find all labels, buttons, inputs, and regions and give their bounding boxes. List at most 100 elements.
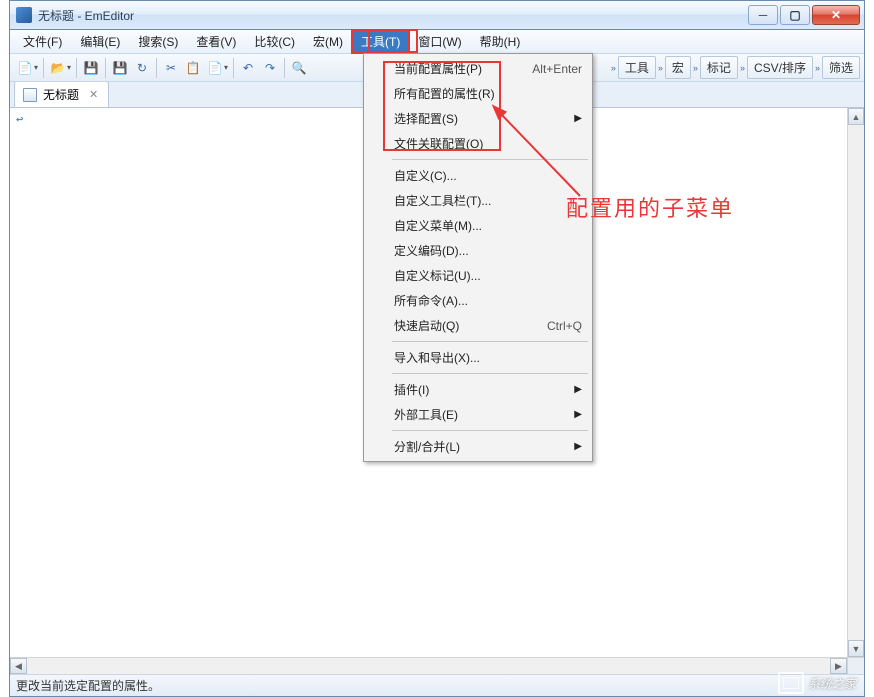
menu-item-label: 选择配置(S) [394, 110, 458, 127]
menu-item-label: 分割/合并(L) [394, 438, 460, 455]
close-tab-icon[interactable]: ✕ [89, 88, 98, 101]
maximize-button[interactable]: ▢ [780, 5, 810, 25]
menu-item-label: 快速启动(Q) [394, 317, 459, 334]
toolbar-pill-4[interactable]: 筛选 [822, 56, 860, 79]
scroll-up-button[interactable]: ▲ [848, 108, 864, 125]
menu-item-10[interactable]: 所有命令(A)... [366, 288, 590, 313]
menu-item-label: 自定义工具栏(T)... [394, 192, 491, 209]
menu-item-3[interactable]: 文件关联配置(O) [366, 131, 590, 156]
titlebar: 无标题 - EmEditor ─ ▢ ✕ [10, 1, 864, 30]
menu-item-13[interactable]: 导入和导出(X)... [366, 345, 590, 370]
menu-item-0[interactable]: 当前配置属性(P) Alt+Enter [366, 56, 590, 81]
menu-item-label: 导入和导出(X)... [394, 349, 480, 366]
tab-label: 无标题 [43, 86, 79, 103]
dropdown-arrow-icon[interactable]: ▾ [34, 63, 38, 72]
menu-item-16[interactable]: 外部工具(E) ▶ [366, 402, 590, 427]
toolbar-pill-1[interactable]: 宏 [665, 56, 691, 79]
menubar: 文件(F)编辑(E)搜索(S)查看(V)比较(C)宏(M)工具(T)窗口(W)帮… [10, 30, 864, 54]
watermark-icon [778, 672, 804, 694]
menu-item-label: 所有命令(A)... [394, 292, 468, 309]
menu-5[interactable]: 宏(M) [304, 30, 352, 53]
menu-item-label: 自定义菜单(M)... [394, 217, 482, 234]
menu-3[interactable]: 查看(V) [187, 30, 245, 53]
toolbar-pill-3[interactable]: CSV/排序 [747, 56, 813, 79]
menu-item-label: 自定义标记(U)... [394, 267, 481, 284]
submenu-arrow-icon: ▶ [574, 409, 582, 420]
scroll-left-button[interactable]: ◀ [10, 658, 27, 674]
menu-2[interactable]: 搜索(S) [129, 30, 187, 53]
menu-item-5[interactable]: 自定义(C)... [366, 163, 590, 188]
menu-shortcut: Ctrl+Q [547, 319, 582, 333]
menu-6[interactable]: 工具(T) [352, 30, 409, 53]
menu-0[interactable]: 文件(F) [14, 30, 71, 53]
menu-item-15[interactable]: 插件(I) ▶ [366, 377, 590, 402]
chevron-icon: » [740, 63, 745, 73]
vertical-scrollbar[interactable]: ▲ ▼ [847, 108, 864, 674]
watermark-text: 系统之家 [808, 675, 856, 692]
menu-item-label: 当前配置属性(P) [394, 60, 482, 77]
copy-icon[interactable]: 📋 [182, 57, 204, 79]
menu-item-18[interactable]: 分割/合并(L) ▶ [366, 434, 590, 459]
menu-separator [392, 430, 588, 431]
submenu-arrow-icon: ▶ [574, 441, 582, 452]
new-file-icon[interactable]: 📄 [14, 57, 36, 79]
separator [105, 58, 106, 78]
menu-item-2[interactable]: 选择配置(S) ▶ [366, 106, 590, 131]
tools-menu-dropdown: 当前配置属性(P) Alt+Enter 所有配置的属性(R) 选择配置(S) ▶ 文件关联… [363, 53, 593, 462]
menu-8[interactable]: 帮助(H) [471, 30, 530, 53]
menu-item-label: 定义编码(D)... [394, 242, 469, 259]
menu-item-6[interactable]: 自定义工具栏(T)... [366, 188, 590, 213]
cut-icon[interactable]: ✂ [160, 57, 182, 79]
menu-1[interactable]: 编辑(E) [71, 30, 129, 53]
window-controls: ─ ▢ ✕ [748, 5, 860, 25]
reload-icon[interactable]: ↻ [131, 57, 153, 79]
toolbar-right: »工具»宏»标记»CSV/排序»筛选 [611, 56, 860, 79]
menu-separator [392, 373, 588, 374]
menu-separator [392, 159, 588, 160]
annotation-label: 配置用的子菜单 [566, 191, 734, 223]
scroll-down-button[interactable]: ▼ [848, 640, 864, 657]
toolbar-pill-0[interactable]: 工具 [618, 56, 656, 79]
menu-item-1[interactable]: 所有配置的属性(R) [366, 81, 590, 106]
menu-4[interactable]: 比较(C) [245, 30, 304, 53]
menu-item-7[interactable]: 自定义菜单(M)... [366, 213, 590, 238]
horizontal-scrollbar[interactable]: ◀ ▶ [10, 657, 847, 674]
submenu-arrow-icon: ▶ [574, 113, 582, 124]
menu-7[interactable]: 窗口(W) [409, 30, 470, 53]
paste-icon[interactable]: 📄 [204, 57, 226, 79]
undo-icon[interactable]: ↶ [237, 57, 259, 79]
menu-item-label: 自定义(C)... [394, 167, 457, 184]
app-icon [16, 7, 32, 23]
save-icon[interactable]: 💾 [80, 57, 102, 79]
window-title: 无标题 - EmEditor [38, 7, 134, 24]
chevron-icon: » [693, 63, 698, 73]
chevron-icon: » [815, 63, 820, 73]
menu-separator [392, 341, 588, 342]
separator [76, 58, 77, 78]
submenu-arrow-icon: ▶ [574, 384, 582, 395]
minimize-button[interactable]: ─ [748, 5, 778, 25]
document-icon [23, 88, 37, 102]
status-text: 更改当前选定配置的属性。 [16, 677, 160, 694]
menu-item-label: 插件(I) [394, 381, 429, 398]
menu-item-11[interactable]: 快速启动(Q) Ctrl+Q [366, 313, 590, 338]
menu-item-label: 外部工具(E) [394, 406, 458, 423]
dropdown-arrow-icon[interactable]: ▾ [224, 63, 228, 72]
close-button[interactable]: ✕ [812, 5, 860, 25]
redo-icon[interactable]: ↷ [259, 57, 281, 79]
separator [156, 58, 157, 78]
save-all-icon[interactable]: 💾 [109, 57, 131, 79]
toolbar-pill-2[interactable]: 标记 [700, 56, 738, 79]
menu-item-label: 文件关联配置(O) [394, 135, 483, 152]
file-tab[interactable]: 无标题 ✕ [14, 81, 109, 107]
statusbar: 更改当前选定配置的属性。 [10, 674, 864, 696]
menu-shortcut: Alt+Enter [532, 62, 582, 76]
menu-item-9[interactable]: 自定义标记(U)... [366, 263, 590, 288]
chevron-icon: » [658, 63, 663, 73]
menu-item-8[interactable]: 定义编码(D)... [366, 238, 590, 263]
watermark: 系统之家 [778, 672, 856, 694]
search-icon[interactable]: 🔍 [288, 57, 310, 79]
open-file-icon[interactable]: 📂 [47, 57, 69, 79]
menu-item-label: 所有配置的属性(R) [394, 85, 495, 102]
dropdown-arrow-icon[interactable]: ▾ [67, 63, 71, 72]
